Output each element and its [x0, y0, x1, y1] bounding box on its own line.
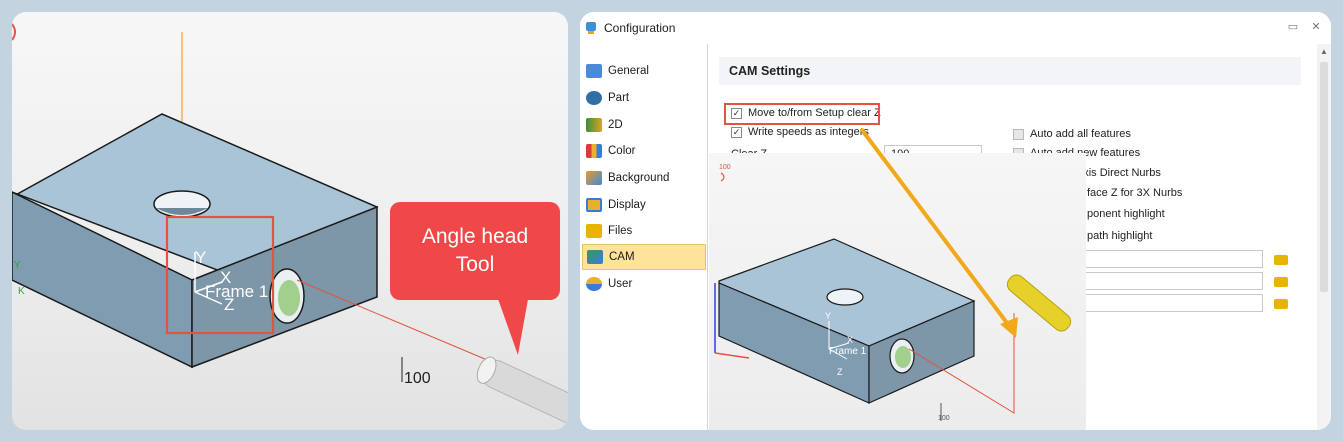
display-icon [586, 198, 602, 212]
auto-add-all-checkbox[interactable] [1013, 128, 1024, 140]
angle-head-callout: Angle head Tool [390, 202, 560, 300]
inset-dimension-red: 100 [719, 164, 731, 171]
sidebar-item-2d[interactable]: 2D [582, 112, 706, 138]
sidebar-item-label: Files [608, 225, 633, 237]
write-speeds-option[interactable]: ✓ Write speeds as integers [731, 126, 869, 138]
part-icon [586, 91, 602, 105]
inset-3d-scene [714, 172, 1072, 421]
svg-text:K: K [18, 286, 25, 297]
sidebar-item-label: CAM [609, 251, 635, 263]
scroll-up-icon[interactable]: ▲ [1320, 47, 1328, 56]
inset-3d-viewport[interactable]: 100 Y X Frame 1 Z 100 [709, 153, 1086, 430]
settings-sidebar: General Part 2D Color Background Display… [580, 44, 708, 430]
sidebar-item-color[interactable]: Color [582, 138, 706, 164]
close-icon[interactable]: ✕ [1309, 20, 1323, 34]
sidebar-item-display[interactable]: Display [582, 192, 706, 218]
window-title: Configuration [604, 21, 676, 35]
sidebar-item-part[interactable]: Part [582, 85, 706, 111]
partial-option-nurbs: face Z for 3X Nurbs [1087, 187, 1183, 199]
inset-axis-x: X [847, 335, 854, 345]
auto-add-all-label: Auto add all features [1030, 128, 1131, 140]
callout-line-2: Tool [455, 253, 495, 276]
sidebar-item-label: Display [608, 199, 646, 211]
section-header: CAM Settings [719, 57, 1301, 85]
write-speeds-label: Write speeds as integers [748, 126, 869, 138]
cam-icon [587, 250, 603, 264]
inset-dimension-bottom: 100 [938, 415, 950, 422]
sidebar-item-general[interactable]: General [582, 58, 706, 84]
browse-folder-icon-2[interactable] [1274, 277, 1288, 287]
auto-add-all-option[interactable]: Auto add all features [1013, 128, 1131, 140]
callout-line-1: Angle head [421, 225, 529, 248]
write-speeds-checkbox[interactable]: ✓ [731, 126, 742, 138]
path-field-1[interactable] [1085, 250, 1263, 268]
partial-option-component: ponent highlight [1087, 208, 1165, 220]
user-icon [586, 277, 602, 291]
sidebar-item-files[interactable]: Files [582, 218, 706, 244]
dimension-label: 100 [404, 370, 431, 387]
color-icon [586, 144, 602, 158]
browse-folder-icon-1[interactable] [1274, 255, 1288, 265]
axis-z-label: Z [224, 295, 235, 314]
inset-frame-label: Frame 1 [829, 346, 867, 357]
inset-axis-y: Y [825, 311, 832, 321]
sidebar-item-label: Color [608, 145, 636, 157]
path-field-3[interactable] [1085, 294, 1263, 312]
sidebar-item-background[interactable]: Background [582, 165, 706, 191]
inset-axis-z: Z [837, 367, 843, 377]
partial-option-path: path highlight [1087, 230, 1153, 242]
scroll-thumb[interactable] [1320, 62, 1328, 292]
general-icon [586, 64, 602, 78]
vertical-scrollbar[interactable]: ▲ [1317, 44, 1331, 430]
configuration-window: Configuration ▭ ✕ General Part 2D Color … [580, 12, 1331, 430]
left-3d-viewport[interactable]: Y K Y X Frame 1 Z Angle head Tool 100 [12, 12, 568, 430]
restore-icon[interactable]: ▭ [1286, 20, 1300, 34]
sidebar-item-user[interactable]: User [582, 271, 706, 297]
2d-icon [586, 118, 602, 132]
sidebar-item-label: Part [608, 92, 630, 104]
folder-icon [586, 224, 602, 238]
frame-label: Frame 1 [205, 282, 269, 301]
svg-text:Y: Y [14, 260, 21, 271]
sidebar-item-label: User [608, 278, 633, 290]
sidebar-item-label: Background [608, 172, 670, 184]
highlight-box [724, 103, 880, 125]
sidebar-item-label: General [608, 65, 649, 77]
path-field-2[interactable] [1085, 272, 1263, 290]
sidebar-item-cam[interactable]: CAM [582, 244, 706, 270]
axis-y-label: Y [195, 248, 207, 267]
sidebar-item-label: 2D [608, 119, 623, 131]
background-icon [586, 171, 602, 185]
title-bar: Configuration ▭ ✕ [580, 12, 1331, 44]
browse-folder-icon-3[interactable] [1274, 299, 1288, 309]
app-icon [586, 22, 596, 34]
